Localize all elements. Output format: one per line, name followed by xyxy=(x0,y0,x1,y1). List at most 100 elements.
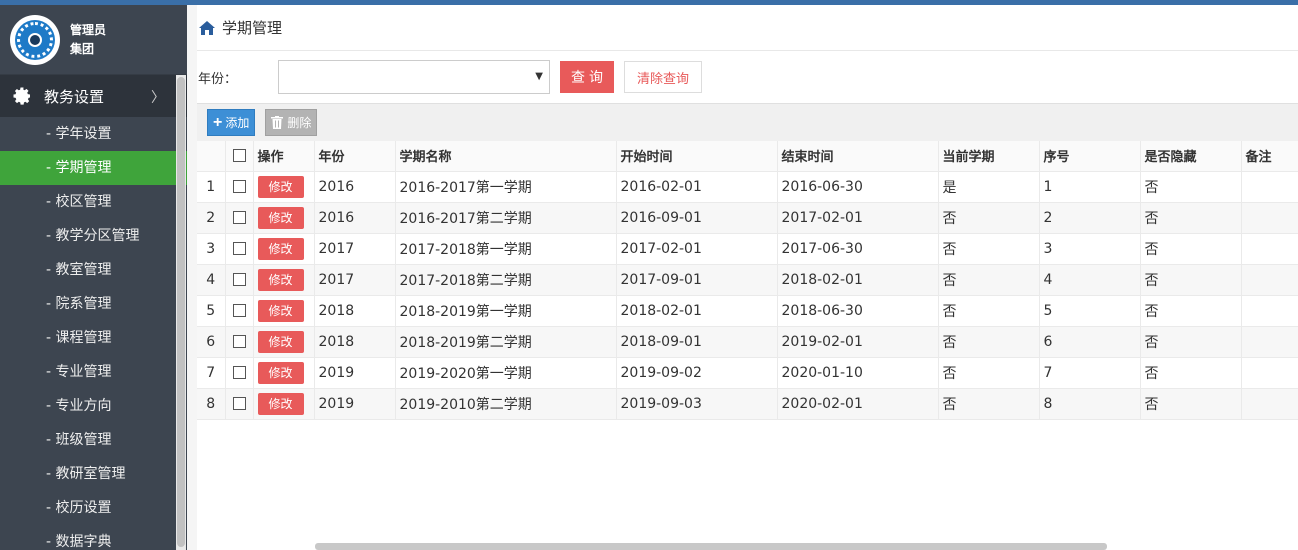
table-row[interactable]: 2 修改 2016 2016-2017第二学期 2016-09-01 2017-02-01… xyxy=(197,202,1298,234)
cell-name: 2016-2017第二学期 xyxy=(395,202,617,234)
header-note[interactable]: 备注 xyxy=(1241,141,1298,172)
row-action-cell: 修改 xyxy=(253,326,315,358)
add-button[interactable]: + 添加 xyxy=(207,109,256,136)
sidebar-item[interactable]: - 专业管理 xyxy=(0,355,187,389)
cell-name: 2019-2010第二学期 xyxy=(395,388,617,420)
cell-end: 2017-02-01 xyxy=(777,202,939,234)
edit-button[interactable]: 修改 xyxy=(257,392,304,415)
row-index: 1 xyxy=(197,171,226,203)
cell-name: 2018-2019第一学期 xyxy=(395,295,617,327)
edit-button[interactable]: 修改 xyxy=(257,175,304,198)
year-select[interactable]: ▼ xyxy=(278,60,550,94)
table-row[interactable]: 8 修改 2019 2019-2010第二学期 2019-09-03 2020-02-01… xyxy=(197,388,1298,420)
header-end[interactable]: 结束时间 xyxy=(777,141,939,172)
cell-seq: 8 xyxy=(1039,388,1141,420)
cell-year: 2019 xyxy=(314,388,396,420)
row-index: 8 xyxy=(197,388,226,420)
row-action-cell: 修改 xyxy=(253,357,315,389)
row-action-cell: 修改 xyxy=(253,202,315,234)
table-row[interactable]: 6 修改 2018 2018-2019第二学期 2018-09-01 2019-02-01… xyxy=(197,326,1298,358)
header-start[interactable]: 开始时间 xyxy=(616,141,778,172)
cell-start: 2017-02-01 xyxy=(616,233,778,265)
cell-current: 否 xyxy=(938,202,1040,234)
cell-current: 否 xyxy=(938,357,1040,389)
sidebar-item[interactable]: - 院系管理 xyxy=(0,287,187,321)
cell-note xyxy=(1241,326,1298,358)
cell-start: 2019-09-03 xyxy=(616,388,778,420)
row-checkbox[interactable] xyxy=(232,304,246,317)
row-index: 3 xyxy=(197,233,226,265)
user-role: 管理员 xyxy=(70,22,107,37)
row-checkbox-cell xyxy=(225,233,254,265)
edit-button[interactable]: 修改 xyxy=(257,299,304,322)
cell-seq: 2 xyxy=(1039,202,1141,234)
edit-button[interactable]: 修改 xyxy=(257,268,304,291)
cell-note xyxy=(1241,233,1298,265)
table-row[interactable]: 4 修改 2017 2017-2018第二学期 2017-09-01 2018-02-01… xyxy=(197,264,1298,296)
select-all-checkbox[interactable] xyxy=(232,149,246,163)
sidebar-item[interactable]: - 教研室管理 xyxy=(0,457,187,491)
cell-note xyxy=(1241,202,1298,234)
cell-end: 2020-02-01 xyxy=(777,388,939,420)
row-checkbox[interactable] xyxy=(232,242,246,255)
row-action-cell: 修改 xyxy=(253,171,315,203)
header-hidden[interactable]: 是否隐藏 xyxy=(1140,141,1242,172)
menu-group-header[interactable]: 教务设置 〉 xyxy=(0,75,187,117)
cell-start: 2018-09-01 xyxy=(616,326,778,358)
cell-seq: 3 xyxy=(1039,233,1141,265)
cell-current: 否 xyxy=(938,388,1040,420)
sidebar-item[interactable]: - 教学分区管理 xyxy=(0,219,187,253)
sidebar-item[interactable]: - 校历设置 xyxy=(0,491,187,525)
cell-current: 否 xyxy=(938,295,1040,327)
row-checkbox[interactable] xyxy=(232,366,246,379)
cell-hidden: 否 xyxy=(1140,326,1242,358)
row-checkbox[interactable] xyxy=(232,397,246,410)
delete-button[interactable]: 删除 xyxy=(265,109,318,136)
sidebar-item[interactable]: - 教室管理 xyxy=(0,253,187,287)
cell-hidden: 否 xyxy=(1140,388,1242,420)
delete-button-label: 删除 xyxy=(287,116,312,130)
header-seq[interactable]: 序号 xyxy=(1039,141,1141,172)
table-row[interactable]: 1 修改 2016 2016-2017第一学期 2016-02-01 2016-06-30… xyxy=(197,171,1298,203)
row-action-cell: 修改 xyxy=(253,388,315,420)
header-current[interactable]: 当前学期 xyxy=(938,141,1040,172)
row-checkbox-cell xyxy=(225,357,254,389)
edit-button[interactable]: 修改 xyxy=(257,237,304,260)
home-icon[interactable] xyxy=(198,20,216,36)
menu-list: - 学年设置 - 学期管理 - 校区管理 - 教学分区管理 - 教室管理 - 院系管理 - … xyxy=(0,117,187,550)
row-checkbox[interactable] xyxy=(232,211,246,224)
sidebar-item[interactable]: - 学年设置 xyxy=(0,117,187,151)
cell-name: 2017-2018第二学期 xyxy=(395,264,617,296)
edit-button[interactable]: 修改 xyxy=(257,330,304,353)
sidebar-item[interactable]: - 课程管理 xyxy=(0,321,187,355)
table-row[interactable]: 7 修改 2019 2019-2020第一学期 2019-09-02 2020-01-10… xyxy=(197,357,1298,389)
cell-name: 2019-2020第一学期 xyxy=(395,357,617,389)
horizontal-scrollbar[interactable] xyxy=(315,543,1107,550)
row-action-cell: 修改 xyxy=(253,233,315,265)
clear-query-button[interactable]: 清除查询 xyxy=(624,61,702,93)
cell-hidden: 否 xyxy=(1140,171,1242,203)
table-row[interactable]: 5 修改 2018 2018-2019第一学期 2018-02-01 2018-06-30… xyxy=(197,295,1298,327)
row-checkbox[interactable] xyxy=(232,335,246,348)
edit-button[interactable]: 修改 xyxy=(257,361,304,384)
sidebar-item[interactable]: - 专业方向 xyxy=(0,389,187,423)
header-name[interactable]: 学期名称 xyxy=(395,141,617,172)
sidebar-scrollbar[interactable] xyxy=(176,75,186,550)
table-row[interactable]: 3 修改 2017 2017-2018第一学期 2017-02-01 2017-06-30… xyxy=(197,233,1298,265)
sidebar-item[interactable]: - 数据字典 xyxy=(0,525,187,550)
row-checkbox[interactable] xyxy=(232,273,246,286)
sidebar: 管理员 集团 教务设置 〉 - 学年设置 - 学期管理 - 校区管理 - 教学分区管理… xyxy=(0,5,187,550)
edit-button[interactable]: 修改 xyxy=(257,206,304,229)
sidebar-scrollbar-thumb[interactable] xyxy=(177,77,185,547)
sidebar-item[interactable]: - 班级管理 xyxy=(0,423,187,457)
row-checkbox[interactable] xyxy=(232,180,246,193)
chevron-right-icon: 〉 xyxy=(151,90,165,106)
header-year[interactable]: 年份 xyxy=(314,141,396,172)
avatar[interactable] xyxy=(10,14,60,65)
trash-icon xyxy=(271,116,284,129)
sidebar-item[interactable]: - 学期管理 xyxy=(0,151,187,185)
cell-current: 是 xyxy=(938,171,1040,203)
header-action[interactable]: 操作 xyxy=(253,141,315,172)
sidebar-item[interactable]: - 校区管理 xyxy=(0,185,187,219)
query-button[interactable]: 查询 xyxy=(560,61,614,93)
